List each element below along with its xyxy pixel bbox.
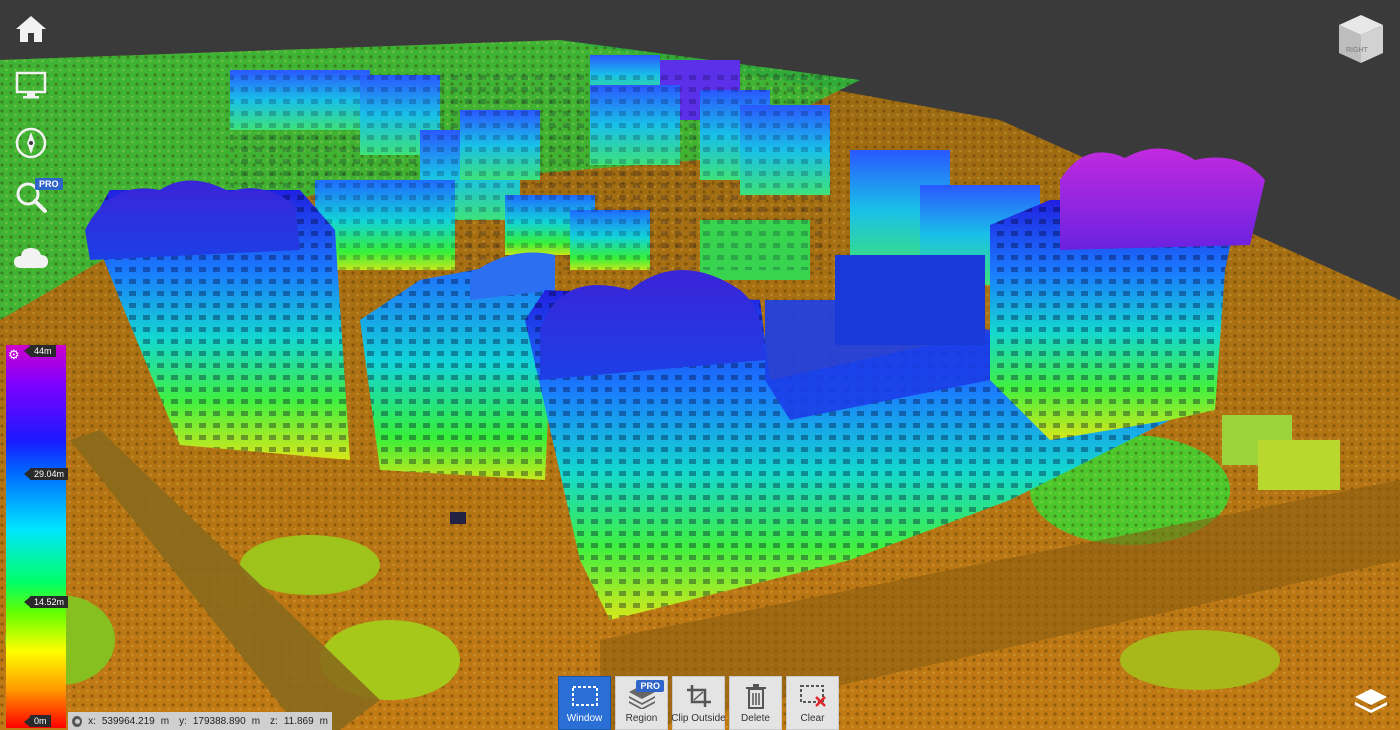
selection-toolbar: Window PRO Region Clip Outside Delete Cl… bbox=[558, 676, 839, 730]
scale-max-label: 44m bbox=[30, 345, 56, 357]
cloud-icon bbox=[14, 248, 48, 268]
x-unit: m bbox=[160, 715, 170, 727]
home-icon bbox=[16, 16, 46, 42]
navigation-button[interactable] bbox=[10, 124, 52, 162]
layers-button[interactable] bbox=[1352, 686, 1390, 718]
region-button[interactable]: PRO Region bbox=[615, 676, 668, 730]
window-label: Window bbox=[566, 713, 603, 724]
clip-outside-button[interactable]: Clip Outside bbox=[671, 676, 726, 730]
clip-outside-label: Clip Outside bbox=[671, 713, 726, 724]
z-label: z: bbox=[270, 715, 278, 727]
trash-icon bbox=[745, 684, 766, 709]
x-label: x: bbox=[88, 715, 96, 727]
window-select-icon bbox=[571, 686, 598, 706]
y-value: 179388.890 bbox=[192, 715, 246, 727]
clear-button[interactable]: Clear bbox=[786, 676, 839, 730]
view-settings-button[interactable] bbox=[10, 66, 52, 104]
gear-icon[interactable]: ⚙ bbox=[8, 348, 22, 362]
x-value: 539964.219 bbox=[101, 715, 155, 727]
clear-selection-icon bbox=[799, 685, 826, 707]
scale-upper-label: 29.04m bbox=[30, 468, 69, 480]
point-cloud-viewport[interactable] bbox=[0, 0, 1400, 730]
delete-button[interactable]: Delete bbox=[729, 676, 782, 730]
target-icon bbox=[72, 715, 83, 727]
compass-icon bbox=[15, 127, 47, 159]
layers-icon bbox=[1355, 689, 1387, 713]
monitor-icon bbox=[15, 71, 47, 99]
z-value: 11.869 bbox=[283, 715, 314, 727]
elevation-color-scale: ⚙ 44m 29.04m 14.52m 0m bbox=[4, 345, 69, 728]
home-button[interactable] bbox=[10, 10, 52, 48]
pro-badge: PRO bbox=[35, 178, 63, 190]
clear-label: Clear bbox=[800, 713, 825, 724]
search-button[interactable]: PRO bbox=[10, 178, 63, 216]
nav-cube-face-label: RIGHT bbox=[1346, 47, 1369, 54]
y-unit: m bbox=[251, 715, 261, 727]
window-select-button[interactable]: Window bbox=[558, 676, 611, 730]
scale-lower-label: 14.52m bbox=[30, 596, 69, 608]
z-unit: m bbox=[319, 715, 328, 727]
nav-cube[interactable]: RIGHT bbox=[1334, 12, 1388, 66]
scale-min-label: 0m bbox=[30, 715, 51, 727]
coordinate-readout: x: 539964.219 m y: 179388.890 m z: 11.86… bbox=[68, 712, 332, 730]
region-pro-badge: PRO bbox=[636, 680, 664, 692]
nav-cube-icon: RIGHT bbox=[1339, 15, 1383, 63]
cloud-button[interactable] bbox=[10, 238, 52, 276]
y-label: y: bbox=[179, 715, 187, 727]
color-gradient-bar bbox=[6, 345, 66, 728]
delete-label: Delete bbox=[741, 713, 770, 724]
region-label: Region bbox=[625, 713, 658, 724]
crop-icon bbox=[686, 685, 711, 707]
